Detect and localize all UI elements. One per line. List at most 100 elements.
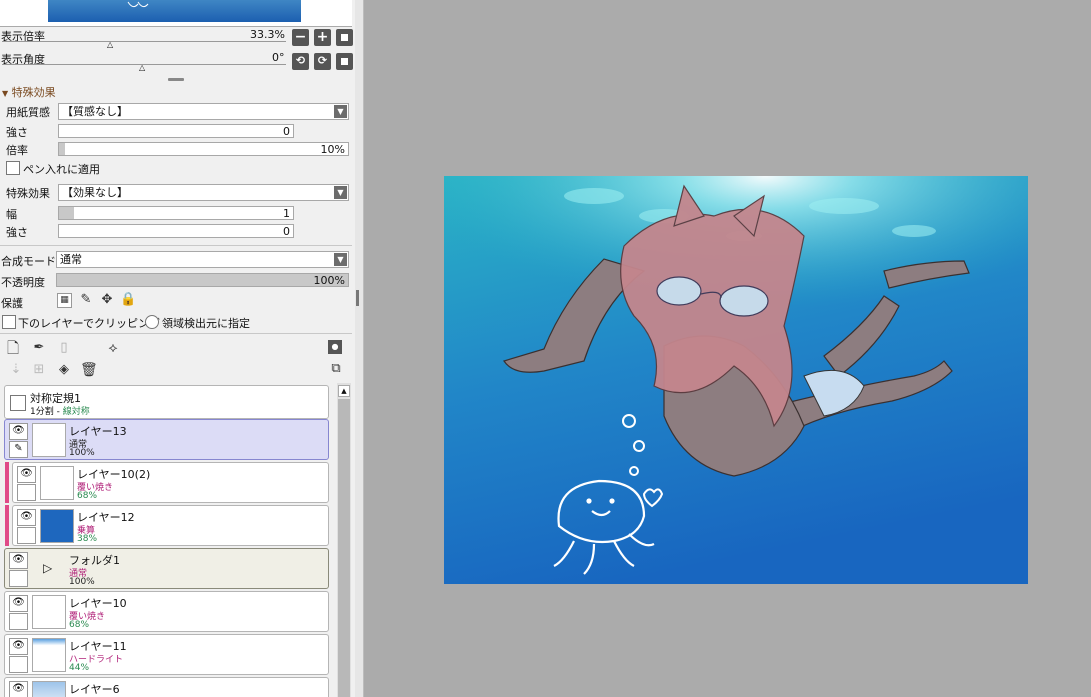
effect-label: 特殊効果	[6, 187, 50, 200]
transfer-down-icon[interactable]: ⇣	[8, 362, 24, 378]
ruler-icon[interactable]: ⟡	[105, 340, 121, 356]
opacity-slider[interactable]: 100%	[56, 273, 349, 287]
protect-draw-icon[interactable]: ✎	[78, 292, 94, 308]
scroll-up-arrow-icon[interactable]: ▲	[338, 385, 350, 397]
zoom-in-button[interactable]: +	[314, 29, 331, 46]
merge-down-icon[interactable]: ⊞	[31, 362, 47, 378]
width-slider[interactable]: 1	[58, 206, 294, 220]
opacity-label: 不透明度	[1, 276, 45, 289]
apply-pen-checkbox[interactable]	[6, 161, 20, 175]
opacity-value: 100%	[313, 274, 345, 287]
select-source-label: 領域検出元に指定	[162, 317, 250, 330]
opacity-slider-fill	[57, 274, 348, 286]
panel-divider[interactable]	[355, 0, 364, 697]
layer-item-10-2[interactable]: 👁 レイヤー10(2) 覆い焼き 68%	[12, 462, 329, 503]
eye-icon[interactable]: 👁	[17, 509, 36, 526]
scrollbar-thumb[interactable]	[338, 399, 350, 697]
zoom-out-button[interactable]: −	[292, 29, 309, 46]
scale-slider[interactable]: 10%	[58, 142, 349, 156]
paper-texture-label: 用紙質感	[6, 106, 50, 119]
layer-select-checkbox[interactable]	[17, 484, 36, 501]
layer-mode: 1分割 - 線対称	[30, 407, 90, 417]
layer-select-checkbox[interactable]	[9, 656, 28, 673]
eye-icon[interactable]: 👁	[9, 638, 28, 655]
layer-opacity: 100%	[69, 448, 95, 458]
clip-checkbox[interactable]	[2, 315, 16, 329]
effect-select[interactable]: 【効果なし】 ▼	[58, 184, 349, 201]
eye-icon[interactable]: 👁	[9, 552, 28, 569]
layer-thumbnail	[32, 681, 66, 697]
divider	[0, 245, 352, 246]
layer-list: 対称定規1 1分割 - 線対称 👁 ✎ レイヤー13 通常 100% 👁 レイヤ…	[0, 383, 355, 697]
eye-icon[interactable]: 👁	[17, 466, 36, 483]
protect-move-icon[interactable]: ✥	[99, 292, 115, 308]
add-mask-icon[interactable]: ⧉	[328, 361, 344, 377]
panel-splitter-handle[interactable]	[168, 78, 184, 81]
toggle-view-icon[interactable]: ●	[328, 340, 342, 354]
layer-select-checkbox[interactable]	[9, 570, 28, 587]
ruler-visibility-checkbox[interactable]	[10, 395, 26, 411]
zoom-reset-button[interactable]	[336, 29, 353, 46]
layer-opacity: 100%	[69, 577, 95, 587]
new-pen-layer-icon[interactable]: ✒	[31, 340, 47, 356]
new-folder-icon[interactable]: ▯	[56, 340, 72, 356]
select-source-radio[interactable]	[145, 315, 159, 329]
layer-opacity: 38%	[77, 534, 98, 544]
clear-layer-icon[interactable]: ◈	[56, 362, 72, 378]
protect-transparency-icon[interactable]: ▦	[57, 293, 72, 308]
effects-header-label: 特殊効果	[11, 86, 56, 99]
strength2-slider[interactable]: 0	[58, 224, 294, 238]
paper-texture-select[interactable]: 【質感なし】 ▼	[58, 103, 349, 120]
navigator-preview[interactable]	[0, 0, 352, 27]
canvas-area[interactable]	[364, 0, 1091, 697]
layer-item-11[interactable]: 👁 レイヤー11 ハードライト 44%	[4, 634, 329, 675]
width-label: 幅	[6, 208, 17, 221]
effects-section-header[interactable]: ▼ 特殊効果	[2, 84, 56, 100]
divider-grip[interactable]	[356, 290, 359, 306]
new-layer-icon[interactable]: 🗋	[5, 340, 21, 356]
eye-icon[interactable]: 👁	[9, 595, 28, 612]
folder-expand-triangle-icon[interactable]: ▷	[43, 561, 52, 575]
ruler-type: 線対称	[62, 407, 90, 417]
tool-panel: 表示倍率 33.3% △ − + 表示角度 0° △ ⟲ ⟳ ▼ 特殊効果 用紙…	[0, 0, 356, 697]
effect-value: 【効果なし】	[62, 186, 128, 199]
folder-item-1[interactable]: 👁 ▷ フォルダ1 通常 100%	[4, 548, 329, 589]
layer-select-checkbox[interactable]	[9, 613, 28, 630]
scale-label: 倍率	[6, 144, 28, 157]
angle-slider-handle[interactable]: △	[139, 63, 145, 72]
zoom-slider-handle[interactable]: △	[107, 40, 113, 49]
layer-opacity: 68%	[77, 491, 98, 501]
trash-icon[interactable]: 🗑	[80, 362, 98, 378]
strength-slider[interactable]: 0	[58, 124, 294, 138]
layer-select-checkbox[interactable]	[17, 527, 36, 544]
blend-mode-label: 合成モード	[1, 255, 56, 268]
width-value: 1	[283, 207, 290, 220]
blend-mode-value: 通常	[60, 253, 82, 266]
layer-opacity: 68%	[69, 620, 90, 630]
apply-pen-label: ペン入れに適用	[23, 163, 100, 176]
pencil-icon[interactable]: ✎	[9, 441, 28, 458]
chevron-down-icon: ▼	[334, 186, 347, 199]
artwork-image	[444, 176, 1028, 584]
canvas-artwork[interactable]	[444, 176, 1028, 584]
layer-item-6[interactable]: 👁 レイヤー6 通常	[4, 677, 329, 697]
rotate-left-button[interactable]: ⟲	[292, 53, 309, 70]
eye-icon[interactable]: 👁	[9, 423, 28, 440]
eye-icon[interactable]: 👁	[9, 681, 28, 697]
rotate-right-button[interactable]: ⟳	[314, 53, 331, 70]
rotate-reset-button[interactable]	[336, 53, 353, 70]
layer-item-12[interactable]: 👁 レイヤー12 乗算 38%	[12, 505, 329, 546]
lock-icon[interactable]: 🔒	[120, 292, 136, 308]
width-slider-fill	[59, 207, 74, 219]
paper-texture-value: 【質感なし】	[62, 105, 128, 118]
layer-item-ruler[interactable]: 対称定規1 1分割 - 線対称	[4, 385, 329, 419]
layer-item-13[interactable]: 👁 ✎ レイヤー13 通常 100%	[4, 419, 329, 460]
layer-item-10[interactable]: 👁 レイヤー10 覆い焼き 68%	[4, 591, 329, 632]
layer-thumbnail	[40, 509, 74, 543]
strength2-value: 0	[283, 225, 290, 238]
blend-mode-select[interactable]: 通常 ▼	[56, 251, 349, 268]
scale-value: 10%	[320, 143, 345, 156]
chevron-down-icon: ▼	[334, 105, 347, 118]
zoom-slider-track[interactable]	[2, 41, 286, 42]
layer-list-scrollbar[interactable]: ▲	[337, 383, 351, 697]
